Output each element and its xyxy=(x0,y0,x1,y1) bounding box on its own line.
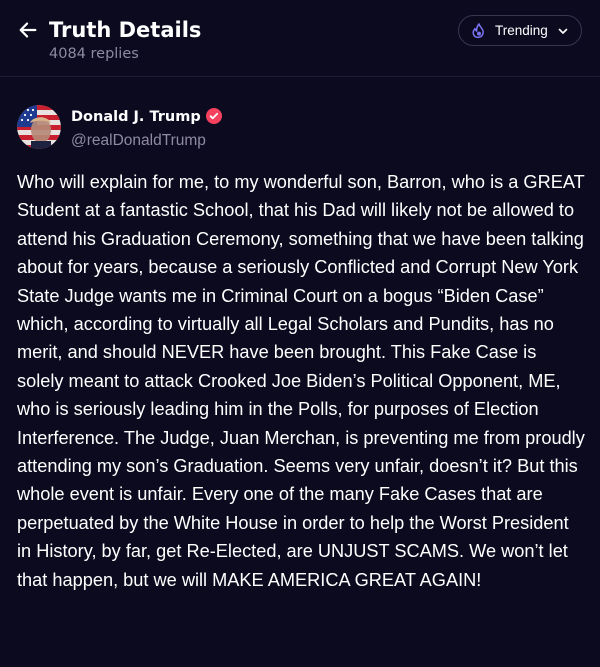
page-title: Truth Details xyxy=(49,18,202,42)
author-name[interactable]: Donald J. Trump xyxy=(71,107,222,127)
sort-dropdown[interactable]: Trending xyxy=(458,15,582,46)
post-body-text: Who will explain for me, to my wonderful… xyxy=(17,172,585,590)
author-handle[interactable]: @realDonaldTrump xyxy=(71,131,206,151)
flame-icon xyxy=(470,22,488,40)
author-name-text: Donald J. Trump xyxy=(71,109,201,125)
header-divider xyxy=(0,76,600,77)
truth-details-page: Truth Details 4084 replies Trending Dona… xyxy=(0,0,600,667)
post-author: Donald J. Trump @realDonaldTrump xyxy=(17,105,417,151)
reply-count: 4084 replies xyxy=(49,46,139,62)
arrow-left-icon xyxy=(19,22,37,38)
avatar[interactable] xyxy=(17,105,61,149)
page-header: Truth Details 4084 replies Trending xyxy=(0,0,600,76)
sort-label: Trending xyxy=(495,23,548,38)
verified-badge-icon xyxy=(205,108,222,124)
back-button[interactable] xyxy=(14,16,42,44)
chevron-down-icon xyxy=(557,25,569,37)
